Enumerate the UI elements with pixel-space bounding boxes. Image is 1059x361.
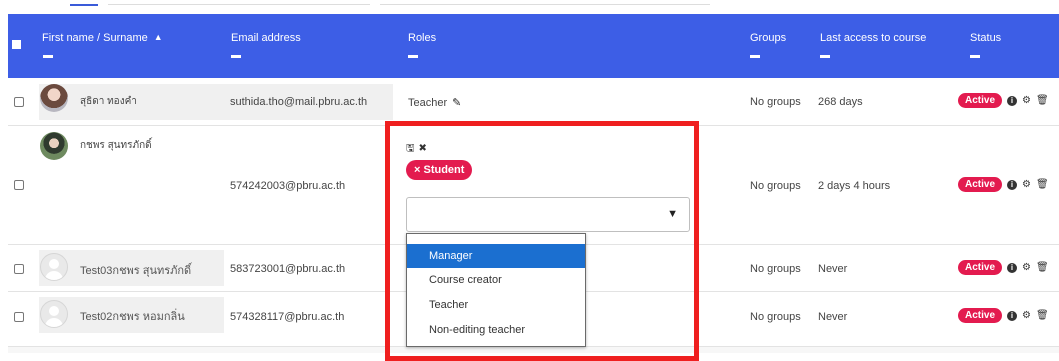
last-access-value: 2 days 4 hours [818, 180, 891, 192]
status-cell: Active i ⚙ 🗑 [958, 93, 1049, 108]
close-icon[interactable]: ✖ [419, 143, 427, 154]
row-checkbox[interactable] [14, 97, 24, 107]
groups-value: No groups [750, 180, 801, 192]
column-header-roles[interactable]: Roles [408, 32, 436, 44]
row-checkbox[interactable] [14, 180, 24, 190]
last-access-value: Never [818, 311, 848, 323]
user-email: 574242003@pbru.ac.th [230, 180, 346, 192]
groups-value: No groups [750, 311, 801, 323]
column-header-groups[interactable]: Groups [750, 32, 786, 44]
last-access-value: Never [818, 263, 848, 275]
column-header-name-label: First name / Surname [42, 32, 148, 44]
user-email: 583723001@pbru.ac.th [230, 263, 346, 275]
hide-column-roles-icon[interactable] [408, 55, 418, 58]
role-option-course-creator[interactable]: Course creator [407, 268, 585, 292]
role-select[interactable]: ▼ [406, 197, 690, 232]
status-badge: Active [958, 260, 1003, 275]
role-label: Teacher [408, 97, 448, 109]
groups-value: No groups [750, 263, 801, 275]
status-badge: Active [958, 93, 1003, 108]
user-email: 574328117@pbru.ac.th [230, 311, 345, 323]
info-icon[interactable]: i [1007, 95, 1018, 106]
top-toolbar-remnant [0, 0, 1059, 14]
role-cell: Teacher ✎ [408, 96, 461, 109]
groups-value: No groups [750, 96, 801, 108]
top-search-field[interactable] [380, 0, 710, 5]
last-access-value: 268 days [818, 96, 863, 108]
user-name-link[interactable]: สุธิดา ทองคำ [80, 94, 137, 109]
row-checkbox[interactable] [14, 312, 24, 322]
gear-icon[interactable]: ⚙ [1022, 310, 1031, 321]
user-name-link[interactable]: Test03กชพร สุนทรภักดิ์ [80, 261, 191, 279]
status-badge: Active [958, 308, 1003, 323]
trash-icon[interactable]: 🗑 [1036, 95, 1049, 106]
hide-column-last-access-icon[interactable] [820, 55, 830, 58]
user-email: suthida.tho@mail.pbru.ac.th [230, 96, 368, 108]
table-row: สุธิดา ทองคำ suthida.tho@mail.pbru.ac.th… [8, 79, 1059, 126]
trash-icon[interactable]: 🗑 [1036, 262, 1049, 273]
caret-down-icon[interactable]: ▼ [667, 208, 678, 220]
status-cell: Active i ⚙ 🗑 [958, 260, 1049, 275]
avatar [40, 84, 68, 112]
assigned-role-tag[interactable]: × Student [406, 160, 473, 180]
role-option-teacher[interactable]: Teacher [407, 293, 585, 317]
avatar [40, 300, 68, 328]
table-header: First name / Surname ▲ Email address Role… [8, 14, 1059, 78]
info-icon[interactable]: i [1007, 310, 1018, 321]
column-header-name[interactable]: First name / Surname ▲ [42, 32, 163, 44]
hide-column-status-icon[interactable] [970, 55, 980, 58]
avatar [40, 132, 68, 160]
role-dropdown-menu: Manager Course creator Teacher Non-editi… [406, 233, 586, 347]
info-icon[interactable]: i [1007, 262, 1018, 273]
column-header-status[interactable]: Status [970, 32, 1001, 44]
trash-icon[interactable]: 🗑 [1036, 179, 1049, 190]
hide-column-email-icon[interactable] [231, 55, 241, 58]
role-option-non-editing-teacher[interactable]: Non-editing teacher [407, 318, 585, 342]
info-icon[interactable]: i [1007, 179, 1018, 190]
user-name-link[interactable]: Test02กชพร หอมกลิ่น [80, 307, 185, 325]
select-all-checkbox[interactable] [12, 40, 21, 49]
caret-up-icon: ▲ [153, 32, 163, 42]
status-badge: Active [958, 177, 1003, 192]
status-cell: Active i ⚙ 🗑 [958, 177, 1049, 192]
table-row-partial [8, 347, 1059, 353]
floppy-disk-icon[interactable]: 🖫 [406, 143, 415, 154]
top-filter-field[interactable] [108, 0, 370, 5]
hide-column-groups-icon[interactable] [750, 55, 760, 58]
gear-icon[interactable]: ⚙ [1022, 95, 1031, 106]
hide-column-name-icon[interactable] [43, 55, 53, 58]
column-header-email[interactable]: Email address [231, 32, 301, 44]
avatar [40, 253, 68, 281]
row-checkbox[interactable] [14, 264, 24, 274]
role-editor-actions: 🖫 ✖ [406, 141, 431, 158]
top-tab-indicator [70, 0, 98, 6]
role-option-manager[interactable]: Manager [407, 244, 585, 268]
column-header-last-access[interactable]: Last access to course [820, 32, 926, 44]
status-cell: Active i ⚙ 🗑 [958, 308, 1049, 323]
user-name-link[interactable]: กชพร สุนทรภักดิ์ [80, 138, 152, 153]
trash-icon[interactable]: 🗑 [1036, 310, 1049, 321]
gear-icon[interactable]: ⚙ [1022, 179, 1031, 190]
gear-icon[interactable]: ⚙ [1022, 262, 1031, 273]
pencil-icon[interactable]: ✎ [452, 97, 461, 109]
